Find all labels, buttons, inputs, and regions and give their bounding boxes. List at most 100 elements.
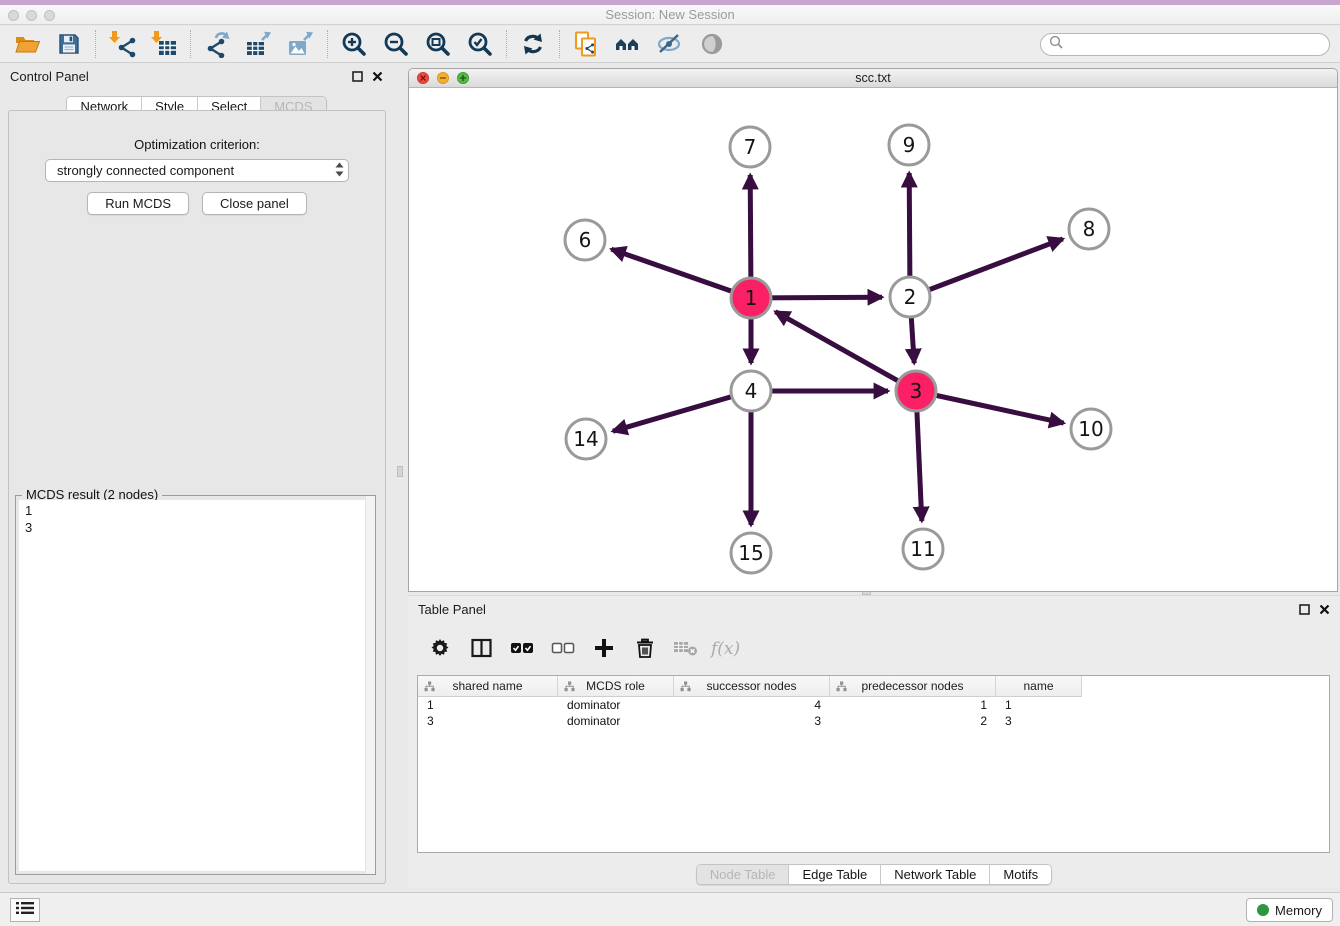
show-all-icon — [699, 31, 725, 57]
open-file-button[interactable] — [6, 28, 48, 60]
memory-button[interactable]: Memory — [1246, 898, 1333, 922]
table-cell: 3 — [418, 714, 558, 728]
function-builder-button: f(x) — [709, 630, 745, 666]
tab-edge-table[interactable]: Edge Table — [789, 865, 881, 884]
zoom-in-button[interactable] — [333, 28, 375, 60]
column-header-label: predecessor nodes — [861, 679, 963, 693]
trash-button[interactable] — [627, 630, 663, 666]
graph-node-8[interactable]: 8 — [1069, 209, 1109, 249]
mcds-result-scrollbar[interactable] — [365, 496, 375, 874]
run-mcds-button[interactable]: Run MCDS — [87, 192, 189, 215]
graph-node-3[interactable]: 3 — [896, 371, 936, 411]
delete-table-icon — [673, 638, 699, 658]
graph-node-2[interactable]: 2 — [890, 277, 930, 317]
mcds-result-text[interactable]: 13 — [19, 500, 372, 871]
graph-node-label: 15 — [738, 541, 763, 565]
zoom-out-icon — [383, 31, 409, 57]
graph-edge-4-14[interactable] — [613, 391, 751, 431]
tab-network-table[interactable]: Network Table — [881, 865, 990, 884]
graph-node-11[interactable]: 11 — [903, 529, 943, 569]
zoom-fit-button[interactable] — [417, 28, 459, 60]
graph-node-4[interactable]: 4 — [731, 371, 771, 411]
column-header-predecessor-nodes[interactable]: predecessor nodes — [830, 676, 996, 697]
mcds-result-line: 3 — [19, 519, 372, 536]
graph-edge-1-6[interactable] — [611, 249, 751, 298]
float-panel-icon[interactable] — [1299, 604, 1310, 615]
graph-node-6[interactable]: 6 — [565, 220, 605, 260]
graph-node-1[interactable]: 1 — [731, 278, 771, 318]
search-box[interactable] — [1040, 33, 1330, 56]
search-input[interactable] — [1068, 38, 1321, 52]
column-header-MCDS-role[interactable]: MCDS role — [558, 676, 674, 697]
graph-node-9[interactable]: 9 — [889, 125, 929, 165]
network-canvas[interactable]: 7 9 6 8 1 2 4 3 14 10 15 11 — [409, 88, 1337, 591]
import-network-icon — [109, 31, 136, 58]
graph-node-10[interactable]: 10 — [1071, 409, 1111, 449]
column-header-name[interactable]: name — [996, 676, 1082, 697]
apply-layout-button[interactable] — [512, 28, 554, 60]
optimization-criterion-select[interactable]: strongly connected component — [45, 159, 349, 182]
search-icon — [1049, 35, 1063, 54]
export-image-button[interactable] — [280, 28, 322, 60]
close-panel-icon[interactable] — [372, 71, 383, 82]
clone-network-button[interactable] — [565, 28, 607, 60]
export-table-button[interactable] — [238, 28, 280, 60]
zoom-selected-button[interactable] — [459, 28, 501, 60]
node-table: shared nameMCDS rolesuccessor nodes prede… — [417, 675, 1330, 853]
float-panel-icon[interactable] — [352, 71, 363, 82]
close-panel-icon[interactable] — [1319, 604, 1330, 615]
network-window-title: scc.txt — [409, 71, 1337, 85]
control-panel-title: Control Panel — [10, 69, 89, 84]
export-network-button[interactable] — [196, 28, 238, 60]
graph-node-label: 7 — [744, 135, 757, 159]
graph-edge-2-8[interactable] — [910, 239, 1063, 297]
table-header-row: shared nameMCDS rolesuccessor nodes prede… — [418, 676, 1329, 697]
table-toolbar: f(x) — [422, 627, 1330, 669]
column-header-label: name — [1023, 679, 1053, 693]
graph-edge-3-1[interactable] — [775, 312, 916, 391]
table-panel-title: Table Panel — [418, 602, 486, 617]
network-graph: 7 9 6 8 1 2 4 3 14 10 15 11 — [409, 88, 1337, 591]
task-history-button[interactable] — [10, 898, 40, 922]
tab-node-table[interactable]: Node Table — [697, 865, 790, 884]
window-title: Session: New Session — [0, 7, 1340, 22]
table-panel: Table Panel f(x) shared nameMCDS rolesuc… — [408, 595, 1340, 888]
stepper-icon — [335, 162, 344, 180]
settings-gear-button[interactable] — [422, 630, 458, 666]
first-neighbors-button[interactable] — [607, 28, 649, 60]
graph-node-label: 1 — [745, 286, 758, 310]
graph-node-15[interactable]: 15 — [731, 533, 771, 573]
hide-selected-button[interactable] — [649, 28, 691, 60]
network-window-titlebar: scc.txt — [409, 69, 1337, 88]
deselect-all-button[interactable] — [545, 630, 581, 666]
import-network-button[interactable] — [101, 28, 143, 60]
deselect-all-icon — [551, 639, 575, 657]
add-column-button[interactable] — [586, 630, 622, 666]
table-cell: dominator — [558, 714, 674, 728]
close-panel-button[interactable]: Close panel — [202, 192, 307, 215]
show-all-button[interactable] — [691, 28, 733, 60]
graph-node-7[interactable]: 7 — [730, 127, 770, 167]
column-header-shared-name[interactable]: shared name — [418, 676, 558, 697]
graph-edge-3-10[interactable] — [916, 391, 1064, 423]
import-table-icon — [151, 31, 178, 58]
table-row[interactable]: 3dominator323 — [418, 713, 1329, 729]
optimization-criterion-label: Optimization criterion: — [9, 137, 385, 152]
network-view-window: scc.txt 7 9 6 8 1 2 4 3 14 10 15 11 — [408, 68, 1338, 592]
import-table-button[interactable] — [143, 28, 185, 60]
graph-node-label: 9 — [903, 133, 916, 157]
column-layout-button[interactable] — [463, 630, 499, 666]
column-layout-icon — [470, 637, 493, 659]
tab-motifs[interactable]: Motifs — [990, 865, 1051, 884]
table-cell: 3 — [996, 714, 1082, 728]
save-session-button[interactable] — [48, 28, 90, 60]
zoom-out-button[interactable] — [375, 28, 417, 60]
graph-node-label: 3 — [910, 379, 923, 403]
toolbar-separator — [190, 30, 191, 58]
select-all-button[interactable] — [504, 630, 540, 666]
graph-node-14[interactable]: 14 — [566, 419, 606, 459]
vertical-splitter-handle[interactable] — [397, 466, 403, 477]
table-row[interactable]: 1dominator411 — [418, 697, 1329, 713]
toolbar-separator — [327, 30, 328, 58]
column-header-successor-nodes[interactable]: successor nodes — [674, 676, 830, 697]
